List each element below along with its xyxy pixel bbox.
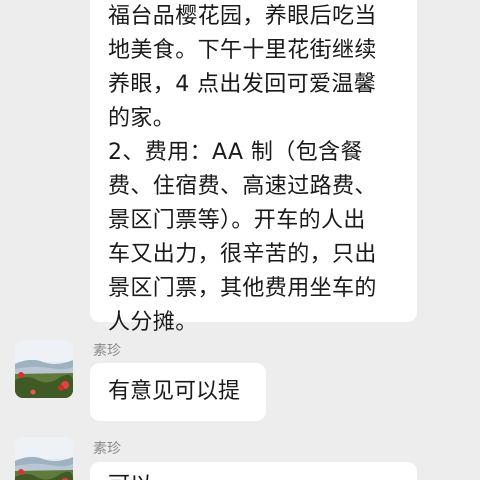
sender-name: 素珍 [93,441,121,457]
sender-name: 素珍 [93,343,121,359]
avatar[interactable] [15,340,73,398]
chat-window: 福台品樱花园，养眼后吃当 地美食。下午十里花街继续 养眼，4 点出发回可爱温馨 … [0,0,480,480]
message-bubble[interactable]: 可以… [90,462,417,480]
message-line: 景区门票，其他费用坐车的 [108,276,377,301]
message-bubble[interactable]: 福台品樱花园，养眼后吃当 地美食。下午十里花街继续 养眼，4 点出发回可爱温馨 … [90,0,417,335]
landscape-avatar-icon [15,437,73,480]
message-line: 人分摊。 [108,310,198,335]
message-text: 可以… [108,469,174,480]
avatar[interactable] [15,437,73,480]
message-line: 地美食。下午十里花街继续 [108,38,377,63]
message-line: 车又出力，很辛苦的，只出 [108,242,377,267]
landscape-avatar-icon [15,340,73,398]
message-line: 福台品樱花园，养眼后吃当 [108,4,377,29]
message-line: 的家。 [108,106,176,131]
message-line: 养眼，4 点出发回可爱温馨 [108,72,377,97]
message-text: 福台品樱花园，养眼后吃当 地美食。下午十里花街继续 养眼，4 点出发回可爱温馨 … [108,0,377,340]
message-bubble[interactable]: 有意见可以提 [90,363,266,421]
message-line: 2、费用：AA 制（包含餐 [108,140,363,165]
message-text: 有意见可以提 [108,379,241,404]
message-line: 费、住宿费、高速过路费、 [108,174,377,199]
message-line: 景区门票等）。开车的人出 [108,208,366,233]
